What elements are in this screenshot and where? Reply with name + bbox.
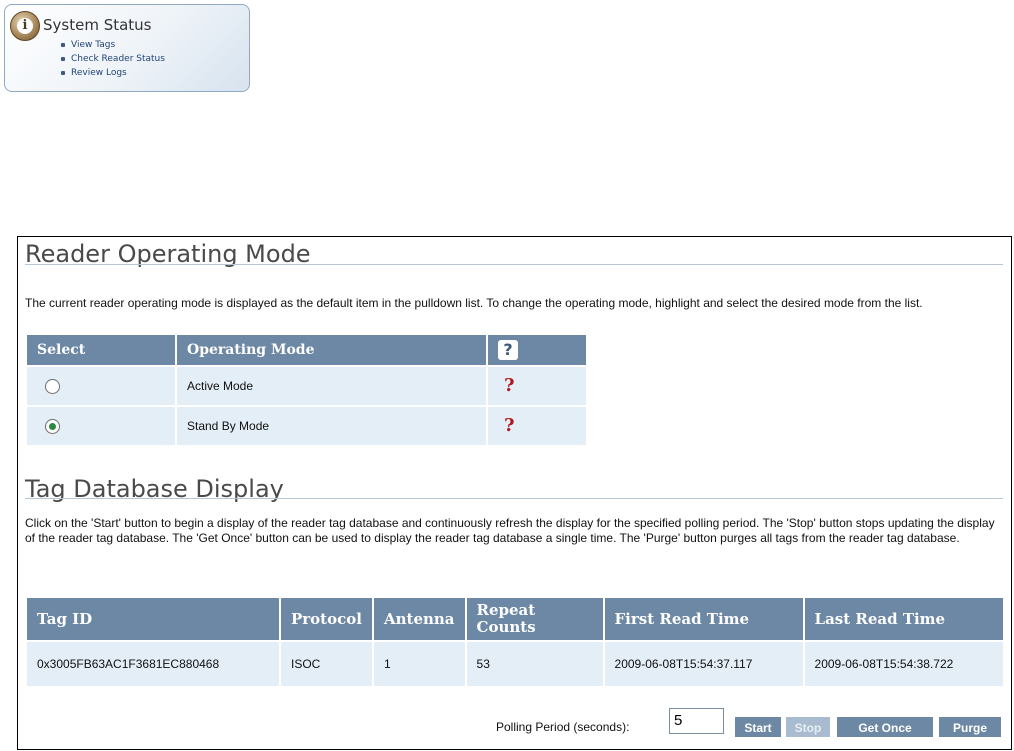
mode-row-standby: Stand By Mode ? (27, 407, 586, 445)
help-header-icon[interactable]: ? (498, 340, 518, 360)
purge-button[interactable]: Purge (939, 717, 1001, 737)
status-card-title: System Status (43, 16, 152, 34)
tag-database-table: Tag ID Protocol Antenna Repeat Counts Fi… (25, 596, 1005, 688)
system-status-card: i System Status View Tags Check Reader S… (4, 4, 250, 92)
cell-repeat-counts: 53 (466, 642, 603, 686)
table-row: 0x3005FB63AC1F3681EC880468 ISOC 1 53 200… (27, 642, 1003, 686)
get-once-button[interactable]: Get Once (837, 717, 933, 737)
cell-first-read-time: 2009-06-08T15:54:37.117 (604, 642, 803, 686)
cell-antenna: 1 (373, 642, 465, 686)
cell-tag-id: 0x3005FB63AC1F3681EC880468 (27, 642, 279, 686)
select-cell (27, 367, 175, 405)
select-cell (27, 407, 175, 445)
help-icon-standby[interactable]: ? (504, 415, 515, 436)
col-antenna: Antenna (373, 598, 465, 640)
col-help: ? (488, 335, 586, 365)
polling-period-label: Polling Period (seconds): (496, 720, 630, 734)
start-button[interactable]: Start (735, 717, 781, 737)
link-review-logs[interactable]: Review Logs (59, 66, 165, 80)
tag-description: Click on the 'Start' button to begin a d… (25, 516, 995, 545)
help-icon-active[interactable]: ? (504, 375, 515, 396)
cell-protocol: ISOC (281, 642, 372, 686)
radio-standby-mode[interactable] (45, 418, 60, 434)
section-divider (25, 264, 1003, 265)
cell-last-read-time: 2009-06-08T15:54:38.722 (804, 642, 1003, 686)
col-repeat-counts: Repeat Counts (466, 598, 603, 640)
col-tag-id: Tag ID (27, 598, 279, 640)
mode-label-standby: Stand By Mode (177, 407, 486, 445)
section-divider (25, 498, 1003, 499)
radio-active-mode[interactable] (45, 378, 60, 394)
col-protocol: Protocol (281, 598, 372, 640)
mode-row-active: Active Mode ? (27, 367, 586, 405)
col-select: Select (27, 335, 175, 365)
mode-label-active: Active Mode (177, 367, 486, 405)
link-view-tags[interactable]: View Tags (59, 38, 165, 52)
operating-mode-table: Select Operating Mode ? Active Mode ? St… (25, 333, 588, 447)
mode-description: The current reader operating mode is dis… (25, 296, 923, 310)
link-check-reader-status[interactable]: Check Reader Status (59, 52, 165, 66)
col-last-read-time: Last Read Time (804, 598, 1003, 640)
polling-period-input[interactable] (669, 708, 724, 734)
info-icon: i (10, 11, 40, 41)
stop-button[interactable]: Stop (786, 717, 830, 737)
status-links: View Tags Check Reader Status Review Log… (59, 38, 165, 80)
col-first-read-time: First Read Time (604, 598, 803, 640)
main-panel: Reader Operating Mode The current reader… (17, 236, 1012, 750)
help-cell: ? (488, 367, 586, 405)
col-operating-mode: Operating Mode (177, 335, 486, 365)
help-cell: ? (488, 407, 586, 445)
